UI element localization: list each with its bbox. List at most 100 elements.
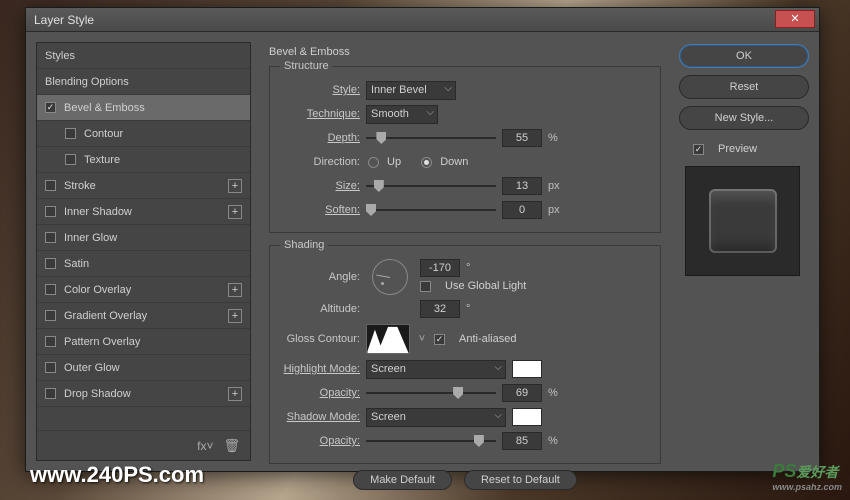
contour-dropdown-icon[interactable]: ˅	[416, 333, 428, 345]
gradient-overlay-add-icon[interactable]: +	[228, 309, 242, 323]
technique-select[interactable]: Smooth	[366, 105, 438, 124]
color-overlay-add-icon[interactable]: +	[228, 283, 242, 297]
contour-item[interactable]: Contour	[37, 121, 250, 147]
shading-group: Shading Angle:°Use Global Light Altitude…	[269, 239, 661, 464]
watermark-url: www.psahz.com	[772, 482, 842, 492]
structure-group: Structure Style: Inner Bevel Technique: Sm…	[269, 60, 661, 233]
size-slider[interactable]	[366, 178, 496, 194]
stroke-label: Stroke	[64, 180, 96, 192]
ok-button[interactable]: OK	[679, 44, 809, 68]
sh-pct: %	[548, 435, 564, 447]
drop-shadow-checkbox[interactable]	[45, 388, 56, 399]
angle-control[interactable]	[372, 259, 408, 295]
titlebar: Layer Style ✕	[26, 8, 819, 32]
satin-item[interactable]: Satin	[37, 251, 250, 277]
gradient-overlay-label: Gradient Overlay	[64, 310, 147, 322]
satin-checkbox[interactable]	[45, 258, 56, 269]
soften-unit: px	[548, 204, 564, 216]
texture-item[interactable]: Texture	[37, 147, 250, 173]
bevel-emboss-item[interactable]: Bevel & Emboss	[37, 95, 250, 121]
gloss-label: Gloss Contour:	[280, 333, 360, 345]
global-light-checkbox[interactable]	[420, 281, 431, 292]
sh-opacity-slider[interactable]	[366, 433, 496, 449]
dialog-title: Layer Style	[34, 13, 94, 27]
contour-checkbox[interactable]	[65, 128, 76, 139]
outer-glow-label: Outer Glow	[64, 362, 120, 374]
stroke-checkbox[interactable]	[45, 180, 56, 191]
drop-shadow-add-icon[interactable]: +	[228, 387, 242, 401]
highlight-color-swatch[interactable]	[512, 360, 542, 378]
styles-list-panel: Styles Blending Options Bevel & Emboss C…	[36, 42, 251, 461]
outer-glow-item[interactable]: Outer Glow	[37, 355, 250, 381]
watermark-ps: PS	[772, 461, 796, 481]
antialiased-label: Anti-aliased	[459, 333, 516, 345]
pattern-overlay-label: Pattern Overlay	[64, 336, 140, 348]
styles-footer: fx˅ 🗑	[37, 430, 250, 460]
size-unit: px	[548, 180, 564, 192]
hl-opacity-label: Opacity:	[280, 387, 360, 399]
inner-glow-item[interactable]: Inner Glow	[37, 225, 250, 251]
inner-glow-checkbox[interactable]	[45, 232, 56, 243]
preview-checkbox[interactable]	[693, 144, 704, 155]
watermark-right: PS爱好者 www.psahz.com	[772, 461, 842, 492]
global-light-label: Use Global Light	[445, 280, 526, 292]
gloss-contour-picker[interactable]	[366, 324, 410, 354]
shadow-color-swatch[interactable]	[512, 408, 542, 426]
styles-label: Styles	[45, 50, 75, 62]
depth-unit: %	[548, 132, 564, 144]
trash-icon[interactable]: 🗑	[223, 438, 240, 454]
direction-up-radio[interactable]	[368, 157, 379, 168]
sh-opacity-input[interactable]	[502, 432, 542, 450]
inner-shadow-add-icon[interactable]: +	[228, 205, 242, 219]
texture-checkbox[interactable]	[65, 154, 76, 165]
new-style-button[interactable]: New Style...	[679, 106, 809, 130]
angle-deg: °	[466, 262, 482, 274]
inner-shadow-checkbox[interactable]	[45, 206, 56, 217]
styles-header[interactable]: Styles	[37, 43, 250, 69]
structure-legend: Structure	[280, 60, 333, 72]
bevel-checkbox[interactable]	[45, 102, 56, 113]
layer-style-dialog: Layer Style ✕ Styles Blending Options Be…	[25, 7, 820, 472]
preview-thumbnail	[685, 166, 800, 276]
close-button[interactable]: ✕	[775, 10, 815, 28]
direction-label: Direction:	[280, 156, 360, 168]
fx-icon[interactable]: fx˅	[197, 439, 213, 453]
shadow-mode-label: Shadow Mode:	[280, 411, 360, 423]
reset-button[interactable]: Reset	[679, 75, 809, 99]
depth-slider[interactable]	[366, 130, 496, 146]
gradient-overlay-checkbox[interactable]	[45, 310, 56, 321]
outer-glow-checkbox[interactable]	[45, 362, 56, 373]
hl-opacity-slider[interactable]	[366, 385, 496, 401]
hl-pct: %	[548, 387, 564, 399]
stroke-add-icon[interactable]: +	[228, 179, 242, 193]
hl-opacity-input[interactable]	[502, 384, 542, 402]
drop-shadow-label: Drop Shadow	[64, 388, 131, 400]
pattern-overlay-item[interactable]: Pattern Overlay	[37, 329, 250, 355]
color-overlay-item[interactable]: Color Overlay+	[37, 277, 250, 303]
gradient-overlay-item[interactable]: Gradient Overlay +	[37, 303, 250, 329]
highlight-mode-select[interactable]: Screen	[366, 360, 506, 379]
stroke-item[interactable]: Stroke +	[37, 173, 250, 199]
size-input[interactable]	[502, 177, 542, 195]
reset-default-button[interactable]: Reset to Default	[464, 470, 577, 490]
make-default-button[interactable]: Make Default	[353, 470, 452, 490]
color-overlay-checkbox[interactable]	[45, 284, 56, 295]
soften-slider[interactable]	[366, 202, 496, 218]
inner-shadow-item[interactable]: Inner Shadow+	[37, 199, 250, 225]
altitude-input[interactable]	[420, 300, 460, 318]
shadow-mode-select[interactable]: Screen	[366, 408, 506, 427]
direction-down-radio[interactable]	[421, 157, 432, 168]
drop-shadow-item[interactable]: Drop Shadow +	[37, 381, 250, 407]
blending-label: Blending Options	[45, 76, 129, 88]
angle-input[interactable]	[420, 259, 460, 277]
size-label: Size:	[280, 180, 360, 192]
style-label: Style:	[280, 84, 360, 96]
soften-input[interactable]	[502, 201, 542, 219]
pattern-overlay-checkbox[interactable]	[45, 336, 56, 347]
contour-label: Contour	[84, 128, 123, 140]
blending-options-item[interactable]: Blending Options	[37, 69, 250, 95]
technique-label: Technique:	[280, 108, 360, 120]
depth-input[interactable]	[502, 129, 542, 147]
style-select[interactable]: Inner Bevel	[366, 81, 456, 100]
antialiased-checkbox[interactable]	[434, 334, 445, 345]
